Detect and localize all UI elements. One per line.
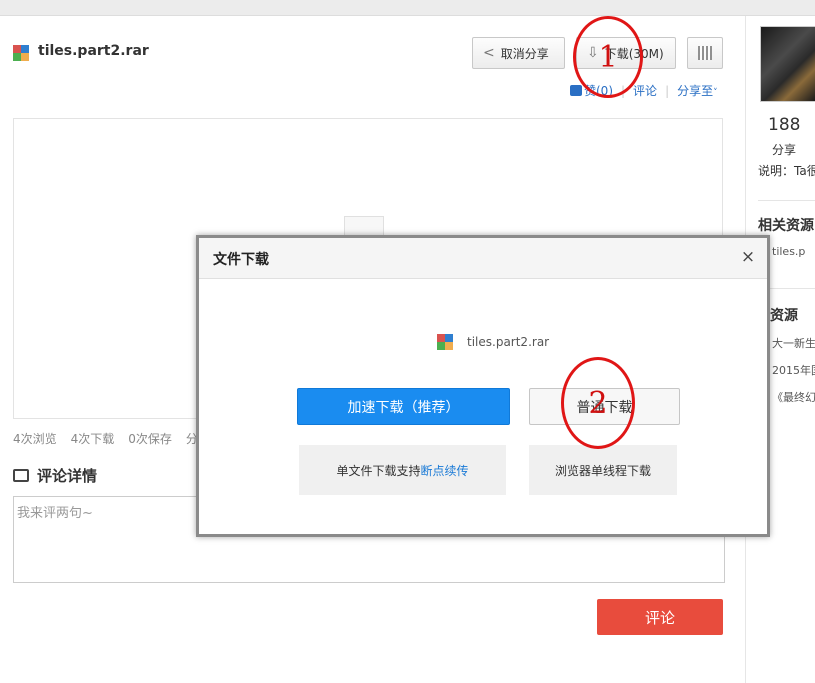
share-to-link[interactable]: 分享至 [677,84,713,98]
comment-heading-label: 评论详情 [37,467,98,485]
comment-icon [13,469,29,482]
comment-link[interactable]: 评论 [633,84,657,98]
share-total-label: 分享 [772,143,797,157]
chevron-down-icon: ˅ [713,88,718,98]
dialog-file: tiles.part2.rar [437,334,549,350]
resume-link[interactable]: 断点续传 [421,462,469,479]
cancel-share-label: 取消分享 [500,46,549,61]
qrcode-icon [698,46,712,60]
related-heading: 相关资源 [758,218,814,234]
dialog-header: 文件下载 × [199,238,767,279]
thumbs-up-icon [570,85,582,96]
user-description: 说明：Ta很 [758,164,815,178]
download-dialog: 文件下载 × tiles.part2.rar 加速下载（推荐） 普通下载 单文件… [196,235,770,537]
normal-download-note: 浏览器单线程下载 [529,445,677,495]
close-icon[interactable]: × [739,248,757,266]
browser-top-strip [0,0,815,16]
rar-file-icon [437,334,453,350]
fast-download-button[interactable]: 加速下载（推荐） [297,388,510,425]
rar-file-icon [13,45,29,61]
fast-download-note: 单文件下载支持 断点续传 [299,445,506,495]
save-count: 0次保存 [128,432,172,446]
dialog-title: 文件下载 [213,252,269,268]
share-total: 188 [768,115,801,135]
annotation-circle-1: 1 [573,16,643,98]
avatar[interactable] [760,26,815,102]
submit-comment-button[interactable]: 评论 [597,599,723,635]
share-icon: < [483,45,495,61]
annotation-circle-2: 2 [561,357,635,449]
download-count: 4次下载 [70,432,115,446]
comment-heading: 评论详情 [13,465,97,486]
dialog-file-name: tiles.part2.rar [467,335,550,349]
file-title: tiles.part2.rar [38,43,149,59]
qrcode-button[interactable] [687,37,723,69]
cancel-share-button[interactable]: < 取消分享 [472,37,565,69]
view-count: 4次浏览 [13,432,57,446]
file-stats: 4次浏览 4次下载 0次保存 分 [13,430,198,447]
